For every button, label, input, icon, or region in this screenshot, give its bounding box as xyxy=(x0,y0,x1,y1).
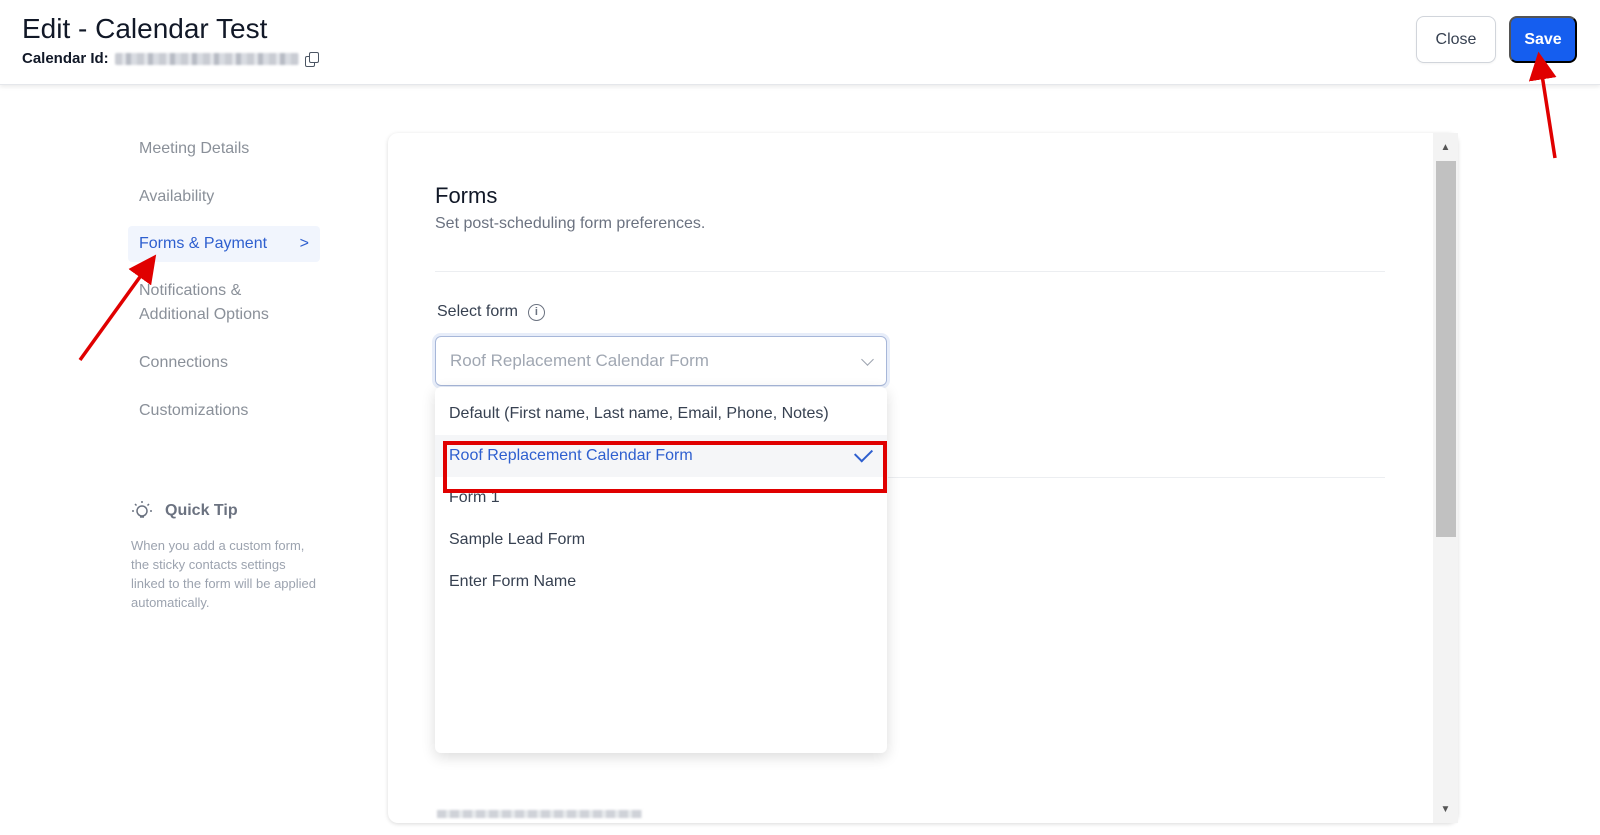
next-field-label-redacted xyxy=(437,805,642,821)
sidebar-item-forms-payment[interactable]: Forms & Payment > xyxy=(128,226,320,262)
sidebar-item-label: Meeting Details xyxy=(139,140,250,157)
sidebar-item-meeting-details[interactable]: Meeting Details xyxy=(128,132,320,166)
info-icon[interactable]: i xyxy=(527,303,545,321)
select-form-value: Roof Replacement Calendar Form xyxy=(450,351,709,370)
chevron-right-icon: > xyxy=(299,235,309,252)
page-header: Edit - Calendar Test Calendar Id: Close … xyxy=(0,0,1600,85)
save-button[interactable]: Save xyxy=(1509,16,1577,63)
select-form-dropdown[interactable]: Roof Replacement Calendar Form xyxy=(435,336,887,386)
calendar-id: Calendar Id: xyxy=(22,50,319,67)
sidebar-item-notifications[interactable]: Notifications & Additional Options xyxy=(128,274,320,332)
close-button[interactable]: Close xyxy=(1416,16,1496,63)
copy-icon[interactable] xyxy=(304,51,319,67)
dropdown-option-label: Sample Lead Form xyxy=(449,531,586,548)
chevron-down-icon xyxy=(861,352,874,366)
scroll-down-icon[interactable]: ▼ xyxy=(1433,799,1458,819)
sidebar-item-label: Customizations xyxy=(139,402,249,419)
annotation-highlight-box xyxy=(443,441,887,493)
lightbulb-icon xyxy=(131,500,153,522)
sidebar-item-connections[interactable]: Connections xyxy=(128,346,320,380)
quick-tip-title: Quick Tip xyxy=(165,502,238,519)
dropdown-option[interactable]: Default (First name, Last name, Email, P… xyxy=(435,393,887,435)
sidebar-item-customizations[interactable]: Customizations xyxy=(128,394,320,428)
sidebar-item-label: Availability xyxy=(139,188,215,205)
dropdown-option[interactable]: Enter Form Name xyxy=(435,561,887,603)
calendar-id-label: Calendar Id: xyxy=(22,50,109,67)
quick-tip-text: When you add a custom form, the sticky c… xyxy=(131,538,316,610)
page-title: Edit - Calendar Test xyxy=(22,13,268,44)
scroll-up-icon[interactable]: ▲ xyxy=(1433,137,1458,157)
section-title: Forms xyxy=(435,183,498,208)
divider xyxy=(888,477,1385,478)
section-subtitle: Set post-scheduling form preferences. xyxy=(435,215,706,232)
dropdown-option-label: Enter Form Name xyxy=(449,573,577,590)
select-form-label-text: Select form xyxy=(437,303,518,320)
quick-tip-header: Quick Tip xyxy=(131,500,321,522)
calendar-id-value-redacted xyxy=(114,52,299,65)
select-form-label: Select form i xyxy=(437,303,545,321)
sidebar-item-label: Connections xyxy=(139,354,228,371)
scrollbar-thumb[interactable] xyxy=(1436,161,1456,537)
dropdown-option[interactable]: Sample Lead Form xyxy=(435,519,887,561)
sidebar-item-availability[interactable]: Availability xyxy=(128,180,320,214)
dropdown-option-label: Default (First name, Last name, Email, P… xyxy=(449,405,829,422)
scrollbar[interactable]: ▲ ▼ xyxy=(1433,133,1458,823)
sidebar-item-label: Notifications & Additional Options xyxy=(139,282,269,323)
sidebar-item-label: Forms & Payment xyxy=(139,235,268,252)
quick-tip: Quick Tip When you add a custom form, th… xyxy=(131,500,321,612)
divider xyxy=(435,271,1385,272)
